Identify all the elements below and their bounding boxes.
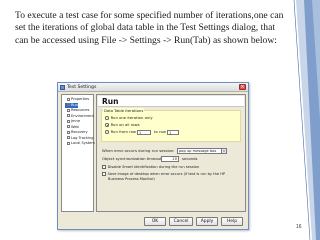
page-number: 16 (296, 224, 302, 230)
slide: To execute a test case for some specifie… (0, 0, 320, 240)
tree-node-icon (67, 119, 70, 123)
apply-button[interactable]: Apply (196, 217, 218, 226)
radio-label: Run on all rows (110, 122, 140, 127)
close-icon[interactable]: × (239, 84, 246, 90)
tree-item-label: Jmne (71, 119, 81, 123)
radio-run-one-iteration[interactable]: Run one iteration only (105, 115, 153, 121)
tree-node-icon (67, 108, 70, 112)
radio-label: Run one iteration only (110, 115, 153, 120)
radio-button-selected[interactable] (105, 123, 109, 127)
panel-header: Run (98, 96, 244, 107)
iterations-group-label: Data Table iterations (103, 108, 145, 113)
tree-node-icon (67, 130, 70, 134)
sync-timeout-input[interactable]: 20 (161, 156, 179, 162)
tree-item-label: Properties (71, 97, 90, 101)
to-row-label: to row (154, 129, 166, 134)
run-settings-panel: Run Data Table iterations Run one iterat… (96, 94, 246, 212)
checkbox[interactable] (102, 172, 106, 176)
check-disable-smart-identification[interactable]: Disable Smart Identification during the … (102, 165, 199, 170)
chevron-down-icon[interactable]: ▾ (221, 149, 226, 153)
tree-node-icon (67, 97, 70, 101)
check-save-desktop-image[interactable]: Save image of desktop when error occurs … (102, 172, 242, 181)
sync-timeout-unit: seconds (182, 156, 198, 161)
tree-node-icon (67, 125, 70, 128)
cancel-button[interactable]: Cancel (169, 217, 193, 226)
slide-body-text: To execute a test case for some specifie… (15, 10, 284, 46)
checkbox-label: Save image of desktop when error occurs … (107, 172, 226, 181)
error-behavior-select[interactable]: pop up message box ▾ (177, 148, 227, 154)
sync-timeout-label: Object synchronization timeout: (102, 156, 163, 161)
tree-node-icon (67, 136, 70, 139)
slide-corner-decoration (290, 0, 320, 240)
tree-item-label: Log Tracking (71, 135, 94, 140)
select-value: pop up message box (179, 149, 217, 153)
checkbox-label: Disable Smart Identification during the … (107, 165, 200, 169)
dialog-title: Test Settings (67, 84, 97, 90)
dialog-titlebar[interactable]: Test Settings × (58, 83, 248, 92)
test-settings-dialog: Test Settings × Properties Run Resources… (57, 82, 249, 230)
tree-node-icon (67, 114, 70, 117)
help-button[interactable]: Help (221, 217, 243, 226)
settings-tree: Properties Run Resources Environment Jmn… (61, 94, 110, 212)
tree-item-label: Resources (71, 108, 90, 112)
tree-item-label: Recovery (71, 130, 88, 134)
to-row-input[interactable]: 1 (167, 129, 179, 135)
checkbox[interactable] (102, 165, 106, 169)
ok-button[interactable]: OK (144, 217, 166, 226)
tree-node-icon (67, 103, 70, 106)
radio-button[interactable] (105, 116, 109, 120)
radio-label: Run from row (110, 129, 137, 134)
tree-node-icon (67, 141, 70, 145)
radio-run-from-row[interactable]: Run from row (105, 129, 136, 135)
radio-button[interactable] (105, 130, 109, 134)
radio-run-all-rows[interactable]: Run on all rows (105, 122, 140, 128)
from-row-input[interactable]: 1 (137, 129, 151, 135)
app-icon (60, 85, 65, 90)
tree-item-label: Run (71, 102, 78, 107)
error-behavior-label: When error occurs during run session: (102, 148, 175, 153)
tree-item-label: Web (71, 124, 79, 129)
panel-title: Run (102, 97, 119, 106)
tree-item-label: Environment (71, 113, 94, 118)
